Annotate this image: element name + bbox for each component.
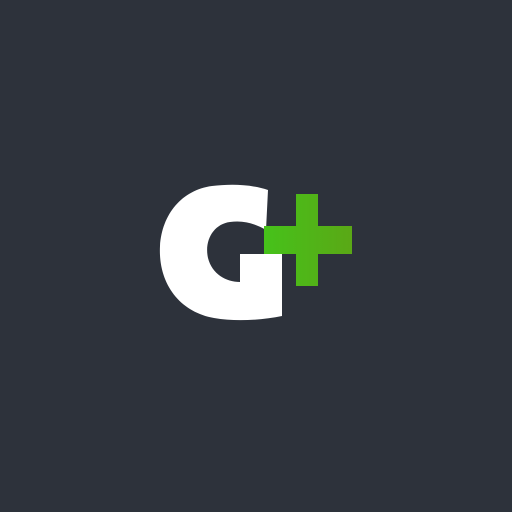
g-letter-shape bbox=[159, 184, 282, 321]
app-canvas bbox=[0, 0, 512, 512]
g-plus-logo-icon bbox=[159, 184, 352, 321]
